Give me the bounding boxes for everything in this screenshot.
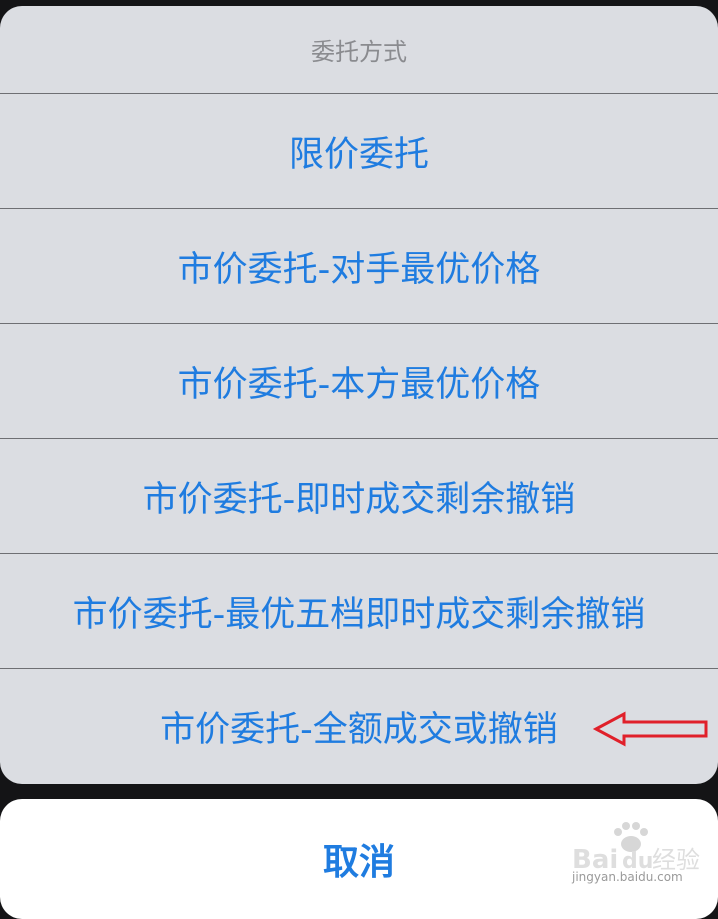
option-label: 市价委托-本方最优价格 <box>177 364 541 405</box>
option-label: 市价委托-即时成交剩余撤销 <box>142 479 576 520</box>
annotation-arrow-icon <box>592 711 708 747</box>
sheet-title: 委托方式 <box>0 6 718 94</box>
option-label: 市价委托-对手最优价格 <box>177 249 541 290</box>
option-limit-order[interactable]: 限价委托 <box>0 94 718 209</box>
option-label: 市价委托-最优五档即时成交剩余撤销 <box>72 594 646 635</box>
cancel-label: 取消 <box>322 842 395 883</box>
option-label: 市价委托-全额成交或撤销 <box>160 710 558 750</box>
option-market-best-five-immediate[interactable]: 市价委托-最优五档即时成交剩余撤销 <box>0 554 718 669</box>
action-sheet: 委托方式 限价委托 市价委托-对手最优价格 市价委托-本方最优价格 市价委托-即… <box>0 6 718 784</box>
option-label: 限价委托 <box>288 134 429 175</box>
option-market-counterparty-best[interactable]: 市价委托-对手最优价格 <box>0 209 718 324</box>
option-market-immediate-cancel-rest[interactable]: 市价委托-即时成交剩余撤销 <box>0 439 718 554</box>
option-market-own-best[interactable]: 市价委托-本方最优价格 <box>0 324 718 439</box>
watermark-url: jingyan.baidu.com <box>572 870 683 884</box>
